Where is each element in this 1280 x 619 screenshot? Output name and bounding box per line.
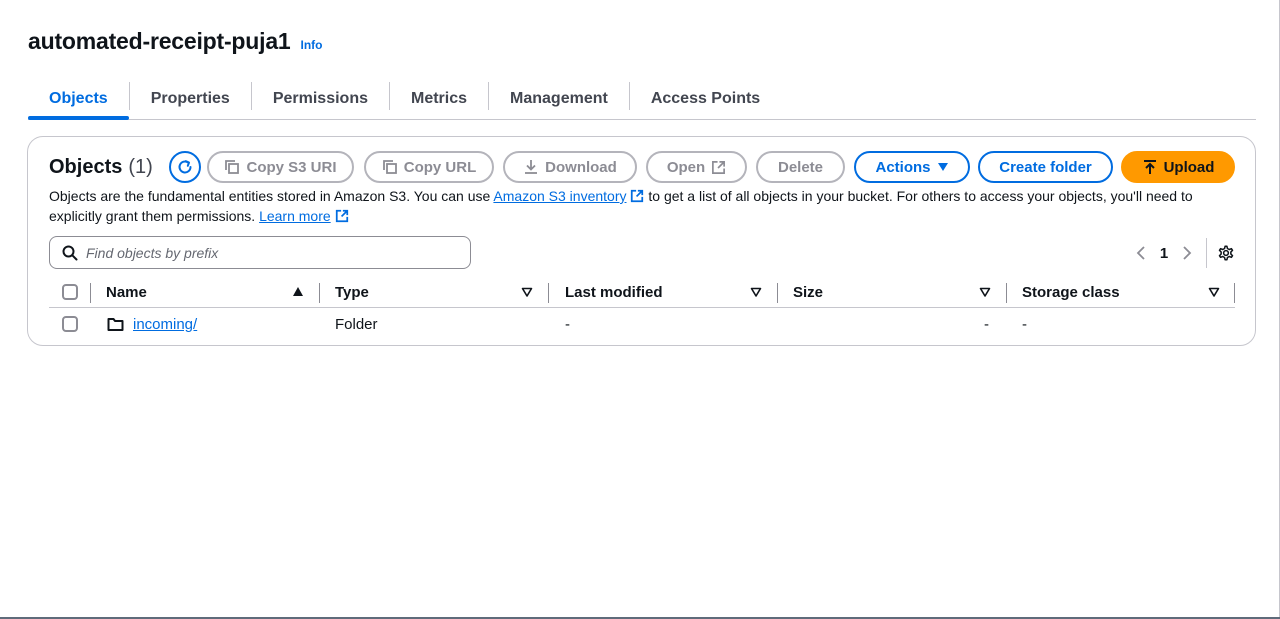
sort-icon[interactable] [1208, 286, 1220, 298]
size-cell: - [984, 315, 989, 333]
download-icon [525, 160, 538, 174]
page-title: automated-receipt-puja1 [28, 28, 291, 54]
object-name-link[interactable]: incoming/ [133, 316, 197, 333]
copy-url-button[interactable]: Copy URL [364, 151, 494, 183]
column-header-size[interactable]: Size [793, 278, 823, 307]
copy-s3-uri-label: Copy S3 URI [246, 158, 337, 176]
column-header-storage-class[interactable]: Storage class [1022, 278, 1120, 307]
current-page-number[interactable]: 1 [1154, 245, 1174, 262]
actions-label: Actions [875, 158, 931, 176]
page-header: automated-receipt-puja1 Info [28, 28, 323, 55]
preferences-button[interactable] [1217, 244, 1235, 262]
tab-management[interactable]: Management [489, 78, 629, 119]
select-all-checkbox[interactable] [62, 284, 78, 300]
sort-ascending-icon[interactable] [292, 286, 304, 298]
column-divider [1006, 283, 1007, 303]
download-button[interactable]: Download [503, 151, 637, 183]
search-icon [62, 245, 78, 260]
last-modified-cell: - [565, 315, 570, 333]
table-row[interactable]: incoming/ Folder - - - [49, 308, 1235, 340]
column-header-type[interactable]: Type [335, 278, 369, 307]
column-header-name[interactable]: Name [106, 278, 147, 307]
column-divider [777, 283, 778, 303]
create-folder-label: Create folder [999, 158, 1092, 176]
objects-title: Objects [49, 155, 123, 178]
info-link[interactable]: Info [301, 38, 323, 52]
storage-class-cell: - [1022, 315, 1027, 333]
objects-panel: Objects (1) Copy S3 URI Copy URL Downloa… [27, 136, 1256, 346]
tab-properties[interactable]: Properties [130, 78, 251, 119]
external-link-icon [335, 209, 348, 223]
copy-url-label: Copy URL [403, 158, 477, 176]
copy-s3-uri-button[interactable]: Copy S3 URI [207, 151, 354, 183]
objects-count: (1) [128, 155, 153, 178]
type-cell: Folder [335, 315, 378, 333]
learn-more-label: Learn more [259, 208, 331, 224]
tab-permissions[interactable]: Permissions [252, 78, 389, 119]
s3-inventory-link[interactable]: Amazon S3 inventory [493, 188, 644, 204]
copy-icon [225, 160, 240, 174]
column-header-last-modified[interactable]: Last modified [565, 278, 663, 307]
pagination-divider [1206, 238, 1207, 268]
column-divider [548, 283, 549, 303]
tab-metrics[interactable]: Metrics [390, 78, 488, 119]
description-text-1: Objects are the fundamental entities sto… [49, 188, 494, 204]
objects-header: Objects (1) [49, 151, 201, 183]
objects-description: Objects are the fundamental entities sto… [49, 186, 1229, 226]
next-page-button[interactable] [1174, 245, 1200, 261]
column-divider [90, 283, 91, 303]
column-divider [319, 283, 320, 303]
previous-page-button[interactable] [1128, 245, 1154, 261]
table-header: Name Type Last modified Size Storage cla… [49, 278, 1235, 308]
row-checkbox[interactable] [62, 316, 78, 332]
sort-icon[interactable] [750, 286, 762, 298]
caret-down-icon [937, 163, 948, 171]
learn-more-link[interactable]: Learn more [259, 208, 349, 224]
delete-label: Delete [777, 158, 824, 176]
upload-label: Upload [1163, 158, 1215, 176]
folder-icon [107, 317, 124, 331]
external-link-icon [712, 160, 726, 174]
sort-icon[interactable] [521, 286, 533, 298]
upload-button[interactable]: Upload [1121, 151, 1235, 183]
open-label: Open [666, 158, 706, 176]
column-divider [1234, 283, 1235, 303]
chevron-right-icon [1183, 246, 1192, 260]
actions-dropdown[interactable]: Actions [854, 151, 970, 183]
tab-access-points[interactable]: Access Points [630, 78, 781, 119]
search-box [49, 236, 471, 269]
create-folder-button[interactable]: Create folder [978, 151, 1113, 183]
copy-icon [382, 160, 397, 174]
refresh-button[interactable] [168, 151, 201, 183]
s3-inventory-link-label: Amazon S3 inventory [493, 188, 627, 204]
tab-bar: Objects Properties Permissions Metrics M… [28, 78, 1256, 120]
sort-icon[interactable] [979, 286, 991, 298]
external-link-icon [631, 189, 644, 203]
download-label: Download [545, 158, 617, 176]
chevron-left-icon [1136, 246, 1145, 260]
s3-bucket-page: automated-receipt-puja1 Info Objects Pro… [0, 0, 1280, 619]
gear-icon [1218, 245, 1234, 261]
tab-objects[interactable]: Objects [28, 78, 129, 120]
delete-button[interactable]: Delete [756, 151, 845, 183]
search-input[interactable] [86, 244, 446, 261]
pagination: 1 [1128, 238, 1235, 268]
open-button[interactable]: Open [646, 151, 747, 183]
name-cell: incoming/ [107, 308, 197, 340]
upload-icon [1143, 160, 1156, 174]
refresh-icon [178, 160, 192, 174]
